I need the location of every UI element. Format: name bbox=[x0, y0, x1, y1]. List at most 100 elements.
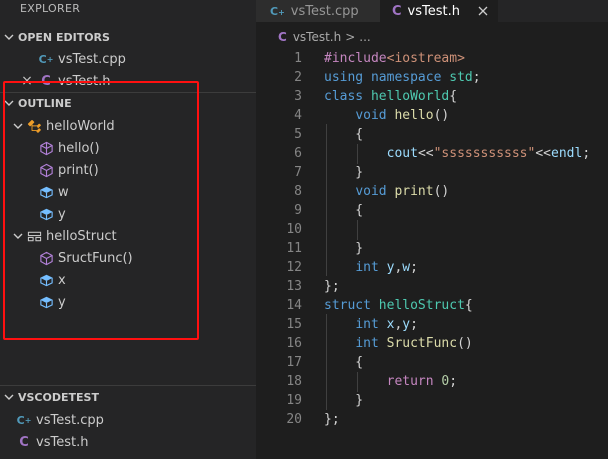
c-header-file-icon: C bbox=[392, 3, 402, 19]
code-token: hello bbox=[394, 108, 434, 123]
code-token: cout bbox=[386, 146, 418, 161]
open-editor-item-vstest-cpp[interactable]: C + vsTest.cpp bbox=[0, 48, 256, 70]
code-token: { bbox=[324, 203, 364, 218]
outline-item-y[interactable]: y bbox=[0, 291, 256, 313]
outline-item-y[interactable]: y bbox=[0, 203, 256, 225]
line-number: 2 bbox=[294, 70, 302, 85]
file-item-vstest-h[interactable]: C vsTest.h bbox=[0, 431, 256, 453]
code-line: }; bbox=[324, 277, 340, 296]
code-token: { bbox=[324, 127, 364, 142]
outline-item-label: x bbox=[58, 272, 66, 288]
code-token: { bbox=[464, 298, 473, 313]
line-number: 8 bbox=[294, 184, 302, 199]
code-token: } bbox=[324, 165, 364, 180]
code-token: ; bbox=[410, 260, 418, 275]
code-token: { bbox=[449, 89, 458, 104]
method-symbol-icon bbox=[38, 162, 54, 178]
code-token: () bbox=[433, 184, 450, 199]
open-editors-header[interactable]: OPEN EDITORS bbox=[0, 26, 256, 48]
code-token: int bbox=[355, 317, 387, 332]
code-token: w bbox=[402, 260, 411, 275]
tab-vstest-cpp[interactable]: C+ vsTest.cpp bbox=[256, 0, 380, 22]
chevron-down-icon[interactable] bbox=[10, 228, 26, 244]
outline-item-sructfunc[interactable]: SructFunc() bbox=[0, 247, 256, 269]
c-header-file-icon: C bbox=[41, 73, 51, 89]
code-token: int bbox=[355, 336, 387, 351]
code-token: }; bbox=[324, 279, 340, 294]
tab-vstest-h[interactable]: C vsTest.h bbox=[380, 0, 498, 22]
indent-guide bbox=[357, 220, 358, 240]
line-number: 1 bbox=[294, 51, 302, 66]
code-token: int bbox=[355, 260, 387, 275]
code-line: cout<<"sssssssssss"<<endl; bbox=[324, 144, 591, 163]
indent-guide bbox=[326, 124, 327, 276]
breadcrumb-file[interactable]: vsTest.h bbox=[293, 30, 341, 44]
breadcrumb-separator: > bbox=[345, 30, 356, 44]
outline-item-print[interactable]: print() bbox=[0, 159, 256, 181]
code-token: print bbox=[394, 184, 434, 199]
outline-item-hello[interactable]: hello() bbox=[0, 137, 256, 159]
code-line: { bbox=[324, 125, 363, 144]
close-icon[interactable]: × bbox=[20, 73, 34, 89]
code-line: int SructFunc() bbox=[324, 334, 473, 353]
code-line: void hello() bbox=[324, 106, 449, 125]
code-token: << bbox=[535, 146, 551, 161]
code-line: int y,w; bbox=[324, 258, 418, 277]
indent-guide bbox=[326, 314, 327, 410]
outline-item-helloworld[interactable]: helloWorld bbox=[0, 115, 256, 137]
cpp-file-icon: C+ bbox=[16, 413, 32, 427]
line-number: 6 bbox=[294, 146, 302, 161]
code-line: return 0; bbox=[324, 372, 457, 391]
explorer-title: EXPLORER bbox=[20, 2, 81, 15]
code-token: ; bbox=[582, 146, 591, 161]
line-number: 15 bbox=[286, 317, 302, 332]
indent-guide bbox=[357, 144, 358, 164]
class-symbol-icon bbox=[26, 118, 42, 134]
code-token: () bbox=[457, 336, 473, 351]
code-token: } bbox=[324, 393, 364, 408]
outline-item-w[interactable]: w bbox=[0, 181, 256, 203]
outline-header[interactable]: OUTLINE bbox=[0, 92, 256, 114]
file-label: vsTest.cpp bbox=[36, 412, 104, 428]
outline-item-label: w bbox=[58, 184, 69, 200]
breadcrumb-more[interactable]: ... bbox=[359, 30, 370, 44]
editor-tab-bar: C+ vsTest.cpp C vsTest.h bbox=[256, 0, 608, 22]
line-number: 18 bbox=[286, 374, 302, 389]
code-token: endl bbox=[551, 146, 583, 161]
code-token: ; bbox=[449, 374, 458, 389]
code-token: namespace bbox=[370, 70, 450, 85]
line-number: 7 bbox=[294, 165, 302, 180]
code-token: std bbox=[449, 70, 473, 85]
outline-item-label: y bbox=[58, 294, 66, 310]
line-number: 4 bbox=[294, 108, 302, 123]
code-line: #include<iostream> bbox=[324, 49, 465, 68]
file-item-vstest-cpp[interactable]: C + vsTest.cpp bbox=[0, 409, 256, 431]
project-header[interactable]: VSCODETEST bbox=[0, 386, 256, 408]
open-editor-item-vstest-h[interactable]: × C vsTest.h bbox=[0, 70, 256, 92]
code-token: #include bbox=[324, 51, 387, 66]
field-symbol-icon bbox=[38, 206, 54, 222]
code-editor[interactable]: 1 2 3 4 5 6 7 8 9 10 11 12 13 14 15 16 17 18 19 20 #include… bbox=[256, 48, 608, 459]
code-token: <iostream> bbox=[386, 51, 465, 66]
outline-item-hellostruct[interactable]: helloStruct bbox=[0, 225, 256, 247]
close-icon[interactable] bbox=[476, 4, 490, 18]
cpp-file-icon: C+ bbox=[38, 52, 54, 66]
code-token: << bbox=[417, 146, 434, 161]
breadcrumb: C vsTest.h > ... bbox=[256, 28, 608, 46]
field-symbol-icon bbox=[38, 184, 54, 200]
line-number: 14 bbox=[286, 298, 302, 313]
code-line: using namespace std; bbox=[324, 68, 481, 87]
tab-label: vsTest.h bbox=[407, 3, 460, 19]
chevron-down-icon bbox=[0, 392, 18, 402]
outline-item-label: SructFunc() bbox=[58, 250, 133, 266]
chevron-down-icon bbox=[0, 32, 18, 42]
code-token: SructFunc bbox=[386, 336, 458, 351]
code-line: class helloWorld{ bbox=[324, 87, 457, 106]
cpp-file-icon: C+ bbox=[270, 4, 285, 18]
code-token: ; bbox=[472, 70, 481, 85]
outline-item-x[interactable]: x bbox=[0, 269, 256, 291]
chevron-down-icon[interactable] bbox=[10, 118, 26, 134]
